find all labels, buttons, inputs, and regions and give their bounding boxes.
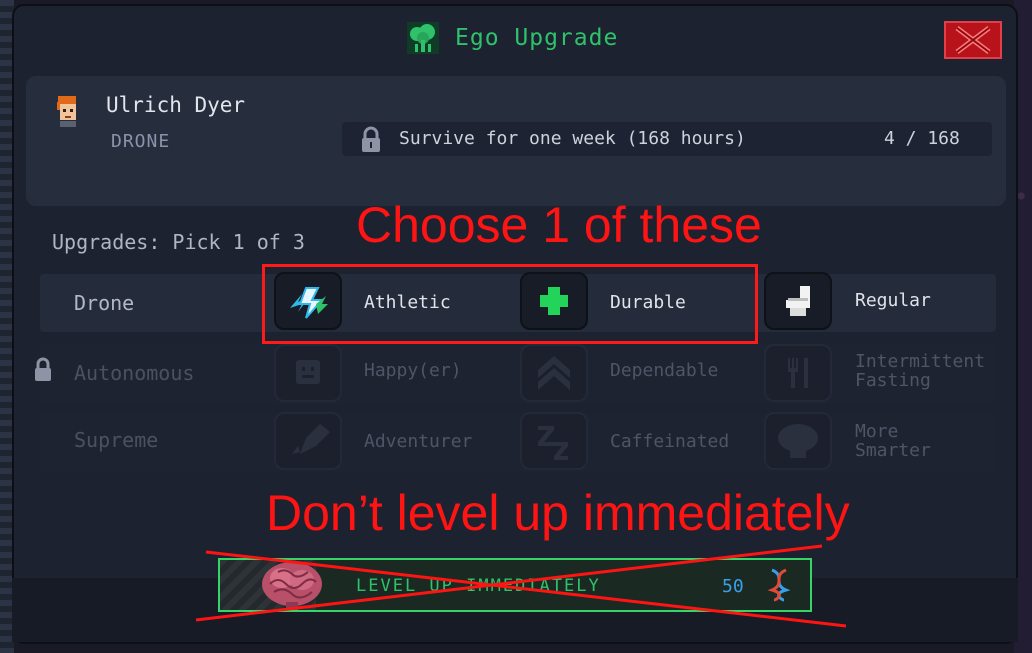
option-label-caffeinated: Caffeinated	[610, 431, 730, 452]
annotation-choose-box	[262, 264, 758, 344]
dna-icon	[767, 568, 791, 602]
tier-label-autonomous: Autonomous	[74, 361, 195, 385]
option-caffeinated-button[interactable]	[520, 412, 588, 470]
close-x-icon	[955, 26, 991, 54]
option-label-adventurer: Adventurer	[364, 431, 473, 452]
option-label-dependable: Dependable	[610, 360, 719, 381]
option-label-line1: More	[855, 421, 899, 442]
zz-icon	[538, 426, 568, 460]
dialog-title: Ego Upgrade	[405, 20, 618, 56]
option-label-line2: Smarter	[855, 440, 931, 461]
brain-tree-icon	[407, 22, 439, 54]
option-dependable-button[interactable]	[520, 344, 588, 402]
character-avatar	[57, 96, 76, 127]
tier-label-supreme: Supreme	[74, 428, 159, 452]
brain-icon	[778, 424, 818, 458]
option-label-happier: Happy(er)	[364, 360, 462, 381]
option-happier-button[interactable]	[274, 344, 342, 402]
goal-progress: 4 / 168	[884, 128, 960, 149]
option-label-intermittent-fasting: Intermittent Fasting	[855, 352, 985, 390]
padlock-icon	[35, 357, 51, 381]
level-up-cost: 50	[722, 576, 744, 597]
chevron-rank-icon	[538, 356, 570, 390]
upgrades-header: Upgrades: Pick 1 of 3	[52, 230, 305, 254]
option-label-line2: Fasting	[855, 370, 931, 391]
close-button[interactable]	[944, 21, 1002, 59]
brain-icon	[262, 562, 322, 610]
rocket-icon	[292, 424, 330, 454]
option-intermittent-fasting-button[interactable]	[764, 344, 832, 402]
option-label-more-smarter: More Smarter	[855, 422, 931, 460]
character-name: Ulrich Dyer	[106, 93, 246, 117]
padlock-icon	[362, 126, 380, 152]
option-adventurer-button[interactable]	[274, 412, 342, 470]
smiley-icon	[296, 360, 320, 384]
annotation-dont-level-text: Don’t level up immediately	[266, 485, 850, 541]
fork-knife-icon	[788, 358, 808, 388]
tier-label-drone: Drone	[74, 291, 135, 315]
option-regular-button[interactable]	[764, 272, 832, 330]
dialog-title-text: Ego Upgrade	[455, 25, 619, 51]
character-role: DRONE	[111, 131, 171, 152]
option-more-smarter-button[interactable]	[764, 412, 832, 470]
option-label-regular: Regular	[855, 290, 931, 311]
upgrade-row-supreme	[40, 414, 996, 472]
toilet-icon	[786, 286, 810, 316]
option-label-line1: Intermittent	[855, 351, 986, 372]
annotation-choose-text: Choose 1 of these	[356, 197, 762, 253]
goal-description: Survive for one week (168 hours)	[399, 128, 746, 149]
level-up-label: LEVEL UP IMMEDIATELY	[356, 576, 601, 596]
